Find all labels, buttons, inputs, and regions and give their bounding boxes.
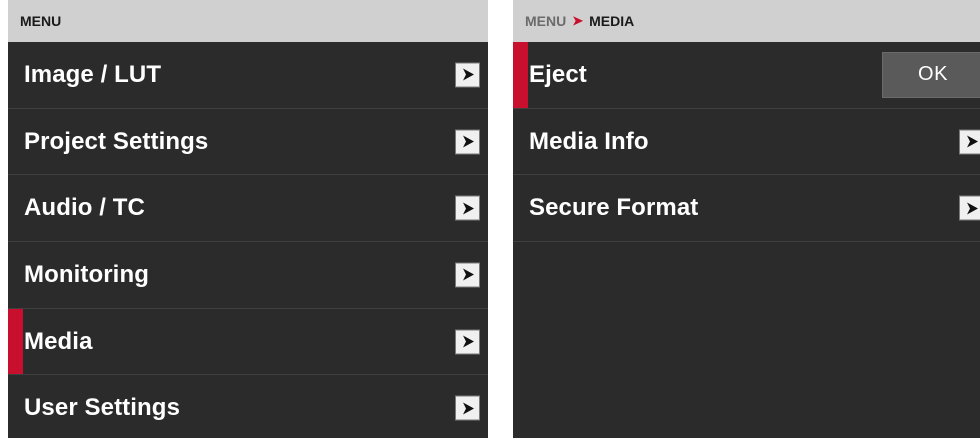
chevron-right-icon[interactable] (455, 62, 480, 88)
breadcrumb-current: MEDIA (589, 13, 635, 29)
chevron-right-icon[interactable] (455, 195, 480, 221)
chevron-right-icon[interactable] (455, 262, 480, 288)
breadcrumb-parent[interactable]: MENU (525, 13, 566, 29)
menu-item-label: Project Settings (24, 127, 209, 155)
breadcrumb: MENU ➤ MEDIA (513, 0, 980, 42)
selection-marker (8, 308, 23, 375)
eject-ok-button[interactable]: OK (882, 51, 980, 98)
menu-item-monitoring[interactable]: Monitoring (8, 242, 488, 309)
menu-item-label: Audio / TC (24, 194, 145, 222)
menu-item-label: User Settings (24, 394, 181, 422)
chevron-right-icon[interactable] (455, 395, 480, 421)
menu-header-title: MENU (20, 13, 62, 29)
menu-item-label: Image / LUT (24, 60, 162, 88)
menu-item-label: Monitoring (24, 260, 149, 288)
menu-item-user-settings[interactable]: User Settings (8, 375, 488, 438)
selection-marker (513, 42, 528, 108)
breadcrumb-separator-icon: ➤ (572, 13, 584, 28)
chevron-right-icon[interactable] (959, 195, 980, 221)
submenu-item-label: Media Info (529, 127, 649, 155)
menu-item-project-settings[interactable]: Project Settings (8, 109, 488, 176)
menu-item-audio-tc[interactable]: Audio / TC (8, 175, 488, 243)
media-submenu-panel: MENU ➤ MEDIA Eject OK Media Info Secure … (513, 0, 980, 438)
chevron-right-icon[interactable] (455, 129, 480, 155)
submenu-item-label: Eject (529, 60, 587, 88)
menu-item-image-lut[interactable]: Image / LUT (8, 42, 488, 109)
chevron-right-icon[interactable] (455, 329, 480, 355)
submenu-item-eject[interactable]: Eject OK (513, 42, 980, 109)
main-menu-panel: MENU Image / LUT Project Settings Audio … (8, 0, 488, 438)
submenu-item-media-info[interactable]: Media Info (513, 109, 980, 176)
chevron-right-icon[interactable] (959, 129, 980, 155)
menu-item-label: Media (24, 327, 93, 355)
submenu-item-secure-format[interactable]: Secure Format (513, 175, 980, 243)
menu-item-media[interactable]: Media (8, 308, 488, 376)
submenu-item-label: Secure Format (529, 194, 699, 222)
menu-header: MENU (8, 0, 488, 42)
